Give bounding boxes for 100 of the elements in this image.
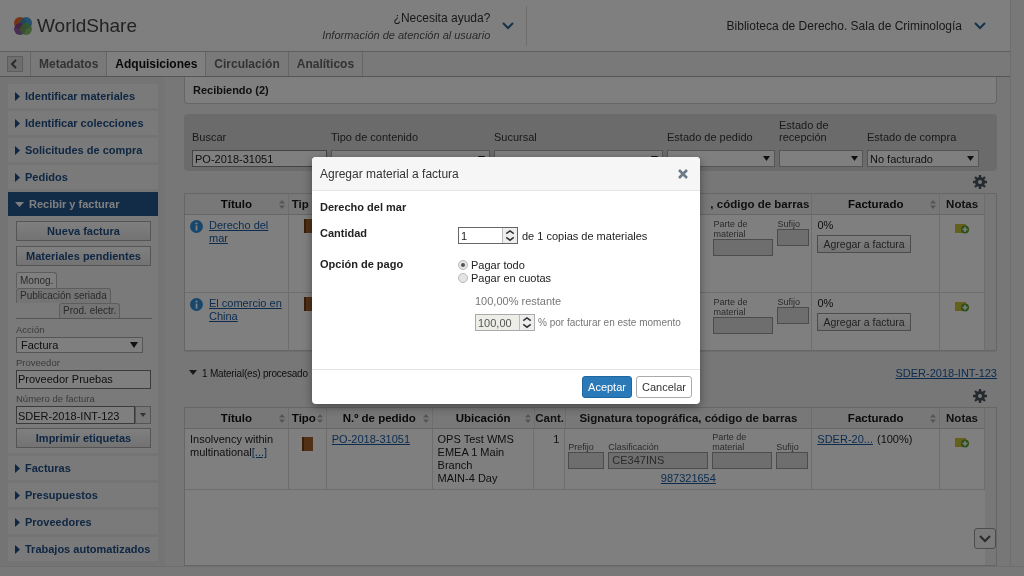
- sort-icon[interactable]: [422, 414, 429, 423]
- radio-button[interactable]: [458, 272, 468, 283]
- info-icon[interactable]: [190, 298, 203, 311]
- settings-icon[interactable]: [973, 389, 987, 403]
- sidebar-item[interactable]: Proveedores: [8, 510, 158, 534]
- caret-down-icon: [763, 156, 770, 161]
- nav-tab[interactable]: Adquisiciones: [106, 52, 206, 76]
- caret-right-icon: [15, 463, 20, 473]
- location-line: Branch: [437, 459, 473, 472]
- material-type-tab[interactable]: Prod. electr.: [59, 303, 121, 318]
- close-icon[interactable]: [678, 168, 688, 179]
- title-link[interactable]: El comercio en China: [209, 297, 283, 323]
- column-header[interactable]: N.º de pedido: [326, 408, 433, 428]
- sidebar-item[interactable]: Presupuestos: [8, 483, 158, 507]
- sort-icon[interactable]: [278, 414, 285, 423]
- sort-icon[interactable]: [930, 414, 937, 423]
- scroll-down-button[interactable]: [974, 528, 996, 549]
- cancel-button[interactable]: Cancelar: [635, 376, 692, 398]
- column-header[interactable]: Cant.: [534, 408, 566, 428]
- panel-button[interactable]: Materiales pendientes: [16, 246, 151, 266]
- part-field[interactable]: [712, 452, 773, 469]
- sidebar-item[interactable]: Trabajos automatizados: [8, 537, 158, 561]
- column-header[interactable]: Tipo: [288, 408, 327, 428]
- chevron-down-icon[interactable]: [974, 21, 986, 30]
- sidebar-item[interactable]: Pedidos: [8, 165, 158, 189]
- column-header[interactable]: Signatura topográfica, código de barras: [565, 408, 813, 428]
- receiving-header: Recibiendo (2): [184, 77, 997, 104]
- search-field[interactable]: PO-2018-31051: [192, 150, 327, 167]
- field-label: Parte de material: [713, 219, 749, 239]
- settings-icon[interactable]: [973, 175, 987, 189]
- filter-label: Sucursal: [494, 131, 538, 143]
- part-field[interactable]: [713, 239, 774, 256]
- filter-select[interactable]: No facturado: [867, 150, 979, 167]
- invoice-link[interactable]: SDER-2018-INT-123: [895, 367, 997, 379]
- material-type-tab[interactable]: Publicación seriada: [16, 288, 111, 303]
- book-icon: [301, 437, 313, 451]
- add-note-icon[interactable]: [955, 437, 970, 448]
- invoice-field[interactable]: SDER-2018-INT-123: [16, 406, 135, 424]
- print-labels-button[interactable]: Imprimir etiquetas: [16, 428, 151, 448]
- filter-label: Estado de pedido: [667, 131, 754, 143]
- suffix-field[interactable]: [777, 307, 810, 324]
- classification-field[interactable]: CE347INS: [608, 452, 709, 469]
- column-header[interactable]: Ubicación: [432, 408, 535, 428]
- chevron-down-icon[interactable]: [502, 21, 515, 30]
- sidebar-item[interactable]: Identificar colecciones: [8, 111, 158, 135]
- column-header[interactable]: Título: [185, 408, 289, 428]
- add-note-icon[interactable]: [955, 301, 970, 312]
- percent-field[interactable]: 100,00: [475, 314, 535, 331]
- add-to-invoice-button[interactable]: Agregar a factura: [817, 313, 911, 331]
- spin-arrows-icon[interactable]: [519, 315, 534, 330]
- column-header[interactable]: Facturado: [812, 408, 941, 428]
- suffix-field[interactable]: [777, 229, 810, 246]
- caret-down-icon: [140, 413, 146, 417]
- barcode-link[interactable]: 987321654: [660, 472, 716, 485]
- action-select[interactable]: Factura: [16, 337, 143, 353]
- vendor-field[interactable]: Proveedor Pruebas: [16, 370, 151, 389]
- order-link[interactable]: PO-2018-31051: [331, 433, 411, 445]
- filter-label: Estado de recepción: [779, 119, 830, 143]
- prefix-field[interactable]: [568, 452, 605, 469]
- material-type-tab[interactable]: Monog.: [16, 272, 58, 288]
- sort-icon[interactable]: [316, 413, 323, 423]
- institution-name[interactable]: Biblioteca de Derecho. Sala de Criminología: [726, 18, 962, 33]
- field-label: Clasificación: [608, 442, 660, 452]
- caret-right-icon: [15, 172, 20, 182]
- radio-button[interactable]: [458, 259, 468, 270]
- invoice-link[interactable]: SDER-20...: [817, 433, 873, 445]
- suffix-field[interactable]: [776, 452, 809, 469]
- quantity-field[interactable]: 1: [458, 227, 518, 244]
- sort-icon[interactable]: [524, 414, 531, 423]
- accept-button[interactable]: Aceptar: [582, 376, 632, 398]
- caret-down-icon: [967, 156, 974, 161]
- help-link[interactable]: ¿Necesita ayuda?: [393, 10, 491, 25]
- help-subtitle: Información de atención al usuario: [322, 28, 491, 41]
- caret-right-icon: [15, 145, 20, 155]
- percent-suffix: % por facturar en este momento: [538, 317, 681, 328]
- sort-icon[interactable]: [930, 200, 937, 209]
- sidebar-item[interactable]: Identificar materiales: [8, 84, 158, 108]
- column-header[interactable]: Título: [185, 194, 289, 214]
- field-label: Prefijo: [568, 442, 595, 452]
- sidebar-item[interactable]: Facturas: [8, 456, 158, 480]
- nav-tab[interactable]: Analíticos: [287, 52, 364, 76]
- caret-down-icon[interactable]: [189, 370, 197, 376]
- location-line: MAIN-4 Day: [437, 472, 498, 485]
- sort-icon[interactable]: [278, 200, 285, 209]
- add-note-icon[interactable]: [955, 223, 970, 234]
- sidebar-item[interactable]: Solicitudes de compra: [8, 138, 158, 162]
- info-icon[interactable]: [190, 220, 203, 233]
- part-field[interactable]: [713, 317, 774, 334]
- dropdown-button[interactable]: [135, 406, 151, 424]
- column-header[interactable]: Facturado: [812, 194, 941, 214]
- sidebar-item[interactable]: Recibir y facturar: [8, 192, 158, 216]
- field-label: Número de factura: [16, 393, 96, 404]
- panel-button[interactable]: Nueva factura: [16, 221, 151, 241]
- add-to-invoice-button[interactable]: Agregar a factura: [817, 235, 911, 253]
- location-line: OPS Test WMS: [437, 433, 514, 446]
- spin-arrows-icon[interactable]: [502, 228, 517, 243]
- chevron-down-icon: [979, 534, 991, 543]
- field-label: Parte de material: [713, 297, 749, 317]
- title-link[interactable]: Derecho del mar: [209, 219, 283, 245]
- more-link[interactable]: [...]: [251, 446, 268, 458]
